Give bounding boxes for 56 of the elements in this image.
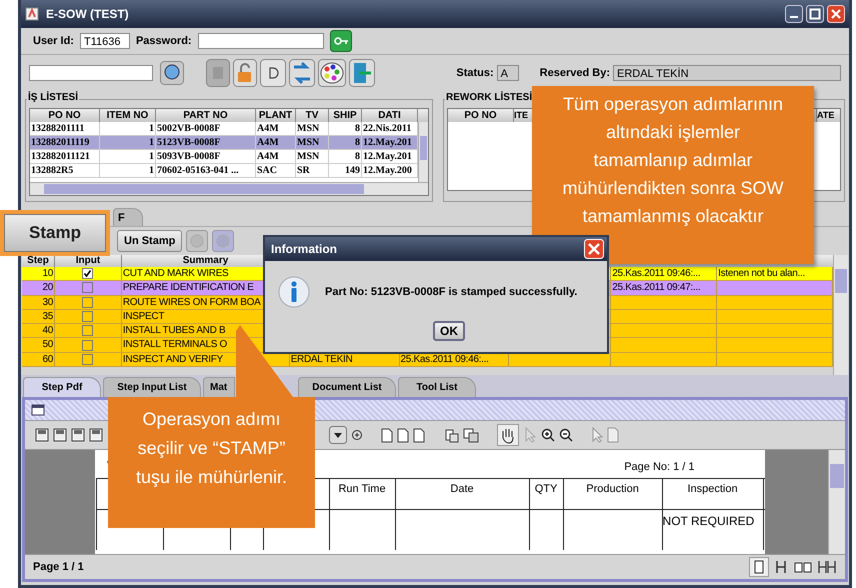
table-cell: 35 bbox=[22, 310, 55, 324]
table-cell: 1 bbox=[100, 150, 156, 163]
table-cell: 1 bbox=[100, 164, 156, 177]
table-cell: 132882R5 bbox=[30, 164, 100, 177]
table-cell: 50 bbox=[22, 338, 55, 352]
dialog-message: Part No: 5123VB-0008F is stamped successfully. bbox=[325, 286, 578, 298]
table-cell: A4M bbox=[256, 122, 296, 135]
status-field: A bbox=[496, 65, 519, 81]
table-cell: 149 bbox=[329, 164, 362, 177]
table-cell: 5123VB-0008F bbox=[156, 136, 256, 149]
table-cell: 30 bbox=[22, 296, 55, 309]
dialog-title: Information bbox=[271, 242, 337, 256]
window-title: E-SOW (TEST) bbox=[46, 7, 129, 21]
panel-title: REWORK LİSTESİ bbox=[445, 92, 534, 103]
page-number: Page No: 1 / 1 bbox=[624, 461, 695, 473]
page-status: Page 1 / 1 bbox=[33, 561, 84, 573]
table-cell: SAC bbox=[256, 164, 296, 177]
table-cell: ERDAL TEKİN bbox=[290, 354, 352, 365]
table-cell: 1 bbox=[100, 122, 156, 135]
table-cell: 8 bbox=[329, 136, 362, 149]
table-cell: MSN bbox=[296, 150, 329, 163]
table-cell: Production bbox=[564, 479, 663, 509]
password-label: Password: bbox=[136, 35, 192, 47]
table-cell: 60 bbox=[22, 352, 55, 366]
table-cell: MSN bbox=[296, 122, 329, 135]
table-cell: QTY bbox=[530, 479, 564, 509]
user-id-label: User Id: bbox=[33, 35, 74, 47]
table-cell: 13288201111 bbox=[30, 122, 100, 135]
status-label: Status: bbox=[456, 67, 494, 79]
table-cell: Istenen not bu alan... bbox=[718, 268, 805, 279]
table-cell: Run Time bbox=[330, 479, 396, 509]
table-cell: NOT REQUIRED bbox=[662, 510, 764, 550]
panel-title: İŞ LİSTESİ bbox=[27, 92, 80, 103]
table-cell: 5093VB-0008F bbox=[156, 150, 256, 163]
table-cell: 5002VB-0008F bbox=[156, 122, 256, 135]
table-cell: Date bbox=[396, 479, 530, 509]
table-cell: 20 bbox=[22, 281, 55, 295]
reserved-by-label: Reserved By: bbox=[540, 67, 610, 79]
table-cell: 8 bbox=[329, 122, 362, 135]
table-cell: MSN bbox=[296, 136, 329, 149]
table-cell: 70602-05163-041 ... bbox=[156, 164, 256, 177]
table-cell: 25.Kas.2011 09:46:... bbox=[612, 268, 700, 279]
table-cell: SR bbox=[296, 164, 329, 177]
table-cell: 10 bbox=[22, 267, 55, 280]
table-cell: A4M bbox=[256, 150, 296, 163]
table-cell: 40 bbox=[22, 324, 55, 338]
table-cell: 25.Kas.2011 09:47:... bbox=[612, 282, 700, 294]
table-cell: 8 bbox=[329, 150, 362, 163]
table-cell: 132882011119 bbox=[30, 136, 100, 149]
table-cell: 1 bbox=[100, 136, 156, 149]
callout: Tüm operasyon adımlarının altındaki işlemler tamamlanıp adımlar mühürlendikten sonra SOW tamamlanmış olacaktır bbox=[532, 86, 814, 264]
table-cell: A4M bbox=[256, 136, 296, 149]
reserved-by-field: ERDAL TEKİN bbox=[613, 65, 841, 81]
table-cell: Inspection bbox=[662, 479, 764, 509]
table-cell: 132882011121 bbox=[30, 150, 100, 163]
table-cell: 25.Kas.2011 09:46:... bbox=[400, 354, 489, 365]
